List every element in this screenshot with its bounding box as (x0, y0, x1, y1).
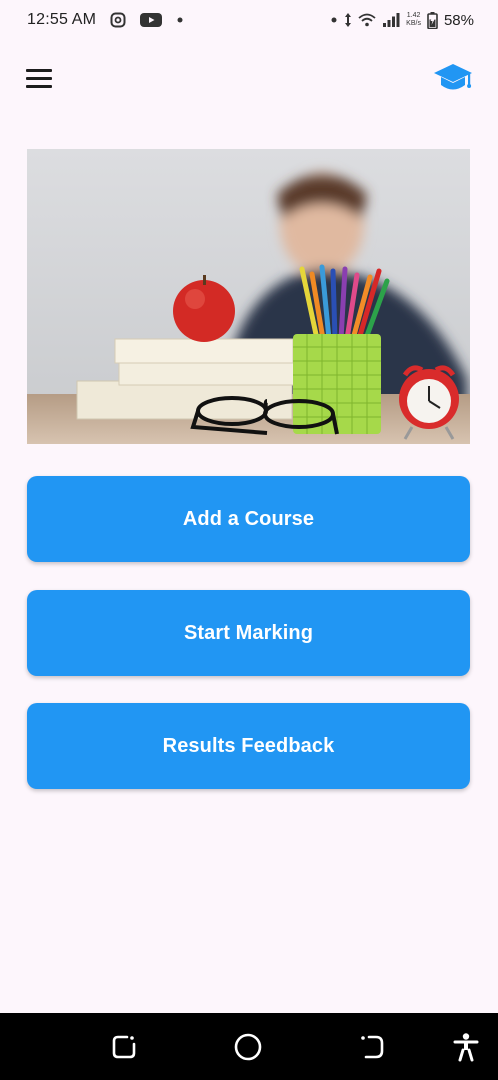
assistant-icon (110, 12, 126, 28)
status-bar: 12:55 AM 1.42 KB/s 58% (0, 0, 498, 40)
add-course-button[interactable]: Add a Course (27, 476, 470, 562)
battery-icon (427, 11, 438, 29)
results-feedback-button[interactable]: Results Feedback (27, 703, 470, 789)
status-left: 12:55 AM (27, 11, 184, 29)
hamburger-menu-icon[interactable] (22, 62, 56, 94)
signal-icon (382, 12, 400, 28)
hero-image (27, 149, 470, 444)
youtube-icon (140, 12, 163, 28)
start-marking-button[interactable]: Start Marking (27, 590, 470, 676)
net-speed: 1.42 KB/s (406, 12, 421, 28)
system-nav-bar (0, 1013, 498, 1080)
battery-percent: 58% (443, 11, 474, 29)
app-screen: 12:55 AM 1.42 KB/s 58% Add a Course Star… (0, 0, 498, 1080)
status-time: 12:55 AM (27, 11, 97, 28)
back-icon[interactable] (356, 1031, 388, 1063)
status-right: 1.42 KB/s 58% (330, 11, 474, 29)
dot-icon (176, 16, 184, 24)
wifi-icon (358, 13, 376, 27)
recents-icon[interactable] (108, 1031, 140, 1063)
app-bar (0, 52, 498, 104)
graduation-cap-icon (432, 58, 474, 98)
data-arrows-icon (344, 12, 352, 28)
net-speed-value: 1.42 (406, 12, 421, 19)
home-icon[interactable] (232, 1031, 264, 1063)
dot-icon (330, 16, 338, 24)
accessibility-icon[interactable] (450, 1031, 482, 1063)
net-speed-unit: KB/s (406, 20, 421, 27)
